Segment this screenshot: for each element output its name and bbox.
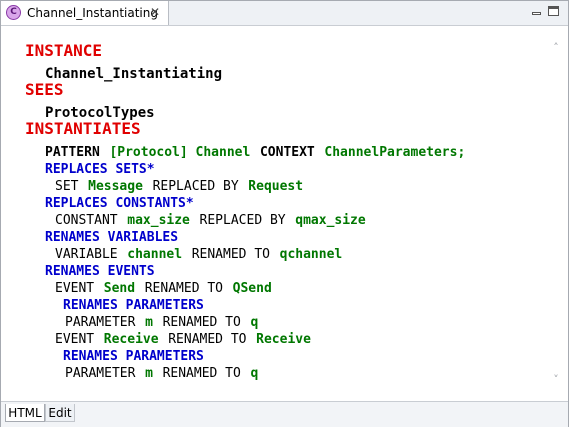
keyword: CONTEXT [259,145,315,160]
identifier: q [250,366,259,381]
identifier: QSend [232,281,272,296]
identifier: qmax_size [295,213,366,228]
instance-line: INSTANCE [25,41,102,60]
close-icon[interactable]: ✕ [148,5,162,19]
minimize-icon[interactable] [530,4,544,18]
editor-window: C Channel_Instantiating ✕ INSTANCE Chann… [0,0,569,427]
instance-name-line: Channel_Instantiating [45,63,222,82]
tab-html[interactable]: HTML [5,404,45,422]
keyword: INSTANTIATES [25,119,141,138]
identifier: Receive [256,332,311,347]
identifier: Request [248,179,304,194]
identifier: Channel_Instantiating [45,66,223,82]
identifier: ChannelParameters; [324,145,466,160]
code-editor[interactable]: INSTANCE Channel_Instantiating SEES Prot… [1,26,568,400]
keyword: INSTANCE [25,41,103,60]
tab-edit[interactable]: Edit [45,404,75,422]
keyword: PARAMETER [65,366,136,381]
editor-mode-tabs: HTML Edit [1,401,568,427]
keyword: SEES [25,80,64,99]
keyword: REPLACED BY [199,213,286,228]
machine-icon: C [6,5,21,20]
maximize-icon[interactable] [547,4,561,18]
identifier: qchannel [279,247,343,262]
sees-line: SEES [25,80,64,99]
tab-channel-instantiating[interactable]: C Channel_Instantiating ✕ [1,1,169,25]
keyword: RENAMED TO [191,247,270,262]
parameter-line: PARAMETER m RENAMED TO q [65,362,258,381]
instantiates-line: INSTANTIATES [25,119,141,138]
tab-title: Channel_Instantiating [27,6,158,20]
scroll-down-icon[interactable]: ˅ [549,374,563,386]
scroll-up-icon[interactable]: ˄ [549,42,563,54]
identifier: m [145,366,153,381]
keyword: RENAMED TO [162,366,241,381]
editor-tab-bar: C Channel_Instantiating ✕ [1,1,568,26]
